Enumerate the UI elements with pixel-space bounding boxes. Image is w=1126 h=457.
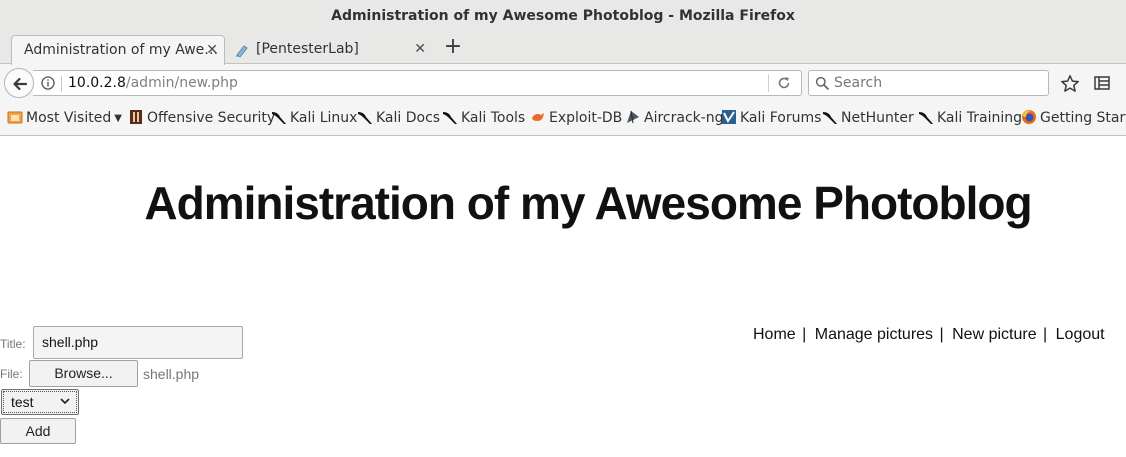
- kali-dragon-icon: [358, 112, 372, 124]
- bookmark-most-visited[interactable]: Most Visited ▼: [7, 102, 122, 135]
- firefox-icon: [1022, 110, 1036, 124]
- page-content: Administration of my Awesome Photoblog H…: [0, 136, 1126, 457]
- file-label: File:: [0, 367, 23, 381]
- bookmarks-toolbar: Most Visited ▼ Offensive Security Kali Li…: [0, 102, 1126, 136]
- tab-close-icon[interactable]: ✕: [206, 36, 218, 64]
- nav-manage-pictures-link[interactable]: Manage pictures: [815, 326, 933, 343]
- library-icon[interactable]: [1093, 74, 1111, 92]
- bookmark-kali-training[interactable]: Kali Training: [918, 102, 1022, 135]
- url-divider: [61, 76, 62, 92]
- category-select[interactable]: test: [1, 389, 79, 415]
- bookmark-getting-started[interactable]: Getting Starte: [1021, 102, 1126, 135]
- reload-icon[interactable]: [776, 75, 792, 91]
- chevron-down-icon: [60, 398, 70, 405]
- window-title: Administration of my Awesome Photoblog -…: [0, 0, 1126, 33]
- pentesterlab-icon: [236, 45, 248, 58]
- nav-toolbar: 10.0.2.8/admin/new.php Search: [0, 64, 1126, 102]
- aircrack-icon: [627, 110, 639, 124]
- chevron-down-icon: ▼: [114, 113, 122, 124]
- url-text[interactable]: 10.0.2.8/admin/new.php: [68, 71, 238, 95]
- tab-strip: Administration of my Awe… ✕ [PentesterLa…: [0, 33, 1126, 65]
- title-input[interactable]: shell.php: [33, 326, 243, 359]
- nav-separator: |: [802, 326, 807, 343]
- tab-admin[interactable]: Administration of my Awe… ✕: [11, 35, 225, 65]
- kali-dragon-icon: [823, 112, 837, 124]
- nav-new-picture-link[interactable]: New picture: [952, 326, 1036, 343]
- browse-button[interactable]: Browse...: [29, 360, 138, 387]
- back-button[interactable]: [4, 68, 34, 98]
- search-bar[interactable]: Search: [808, 70, 1049, 96]
- add-button[interactable]: Add: [0, 418, 76, 444]
- title-label: Title:: [0, 337, 26, 351]
- selected-file-name: shell.php: [143, 366, 200, 382]
- nav-home-link[interactable]: Home: [753, 326, 796, 343]
- kali-dragon-icon: [272, 112, 286, 124]
- tab-pentesterlab[interactable]: [PentesterLab] ✕: [228, 35, 432, 65]
- info-icon[interactable]: [41, 76, 55, 90]
- url-divider: [768, 74, 769, 92]
- tab-label: Administration of my Awe…: [24, 42, 219, 58]
- back-arrow-icon: [13, 77, 28, 91]
- tab-close-icon[interactable]: ✕: [414, 35, 426, 63]
- bookmark-nethunter[interactable]: NetHunter: [822, 102, 914, 135]
- nav-logout-link[interactable]: Logout: [1056, 326, 1105, 343]
- bookmark-aircrack-ng[interactable]: Aircrack-ng: [625, 102, 724, 135]
- bookmark-kali-forums[interactable]: Kali Forums: [721, 102, 821, 135]
- exploit-db-icon: [532, 113, 544, 121]
- search-icon: [815, 76, 829, 90]
- nav-separator: |: [1043, 326, 1048, 343]
- bookmark-offensive-security[interactable]: Offensive Security: [128, 102, 275, 135]
- url-host: 10.0.2.8: [68, 75, 126, 91]
- kali-dragon-icon: [443, 112, 457, 124]
- category-selected-value: test: [11, 394, 34, 410]
- admin-nav: Home | Manage pictures | New picture | L…: [753, 326, 1105, 344]
- bookmark-kali-tools[interactable]: Kali Tools: [442, 102, 525, 135]
- offsec-icon: [130, 110, 142, 124]
- kali-dragon-icon: [919, 112, 933, 124]
- page-title: Administration of my Awesome Photoblog: [144, 177, 1032, 229]
- url-path: /admin/new.php: [125, 75, 238, 91]
- bookmark-kali-docs[interactable]: Kali Docs: [357, 102, 440, 135]
- bookmark-kali-linux[interactable]: Kali Linux: [271, 102, 357, 135]
- kali-forums-icon: [722, 110, 736, 124]
- search-input[interactable]: Search: [834, 71, 882, 95]
- url-bar[interactable]: 10.0.2.8/admin/new.php: [33, 70, 802, 96]
- tab-label: [PentesterLab]: [256, 41, 359, 57]
- bookmark-star-icon[interactable]: [1060, 74, 1080, 94]
- bookmark-exploit-db[interactable]: Exploit-DB: [530, 102, 622, 135]
- folder-icon: [7, 111, 23, 124]
- new-tab-icon[interactable]: +: [443, 33, 463, 63]
- nav-separator: |: [939, 326, 944, 343]
